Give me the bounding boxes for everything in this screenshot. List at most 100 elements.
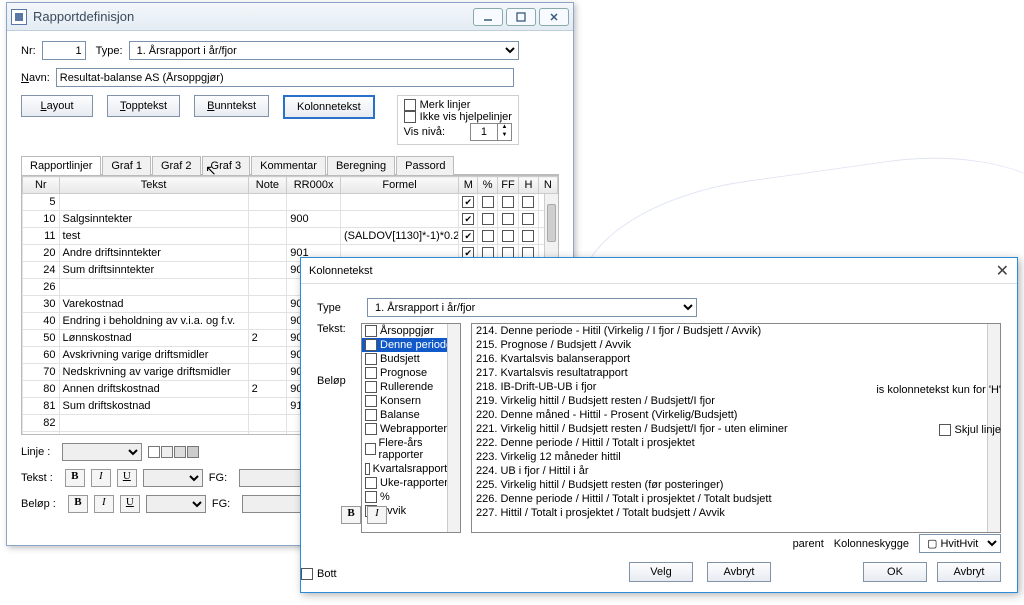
italic-button[interactable]: I xyxy=(91,469,111,487)
dlg-italic[interactable]: I xyxy=(367,506,387,524)
list-item[interactable]: Balanse xyxy=(362,408,460,422)
list-item[interactable]: 217. Kvartalsvis resultatrapport xyxy=(472,366,1000,380)
cell-h-checkbox[interactable] xyxy=(522,196,534,208)
table-row[interactable]: 10Salgsinntekter9001 xyxy=(23,211,558,228)
list-item[interactable]: Prognose xyxy=(362,366,460,380)
list-item[interactable]: Webrapporter xyxy=(362,422,460,436)
underline-button-3[interactable]: U xyxy=(120,495,140,513)
merk-linjer-checkbox[interactable] xyxy=(404,99,416,111)
cell-h-checkbox[interactable] xyxy=(522,230,534,242)
col-%[interactable]: % xyxy=(478,177,497,194)
underline-button[interactable]: U xyxy=(117,469,137,487)
tab-graf3[interactable]: Graf 3 xyxy=(202,156,251,175)
dialog-close-icon[interactable]: ✕ xyxy=(996,261,1009,281)
linje-select[interactable] xyxy=(62,443,142,461)
dlg-bold[interactable]: B xyxy=(341,506,361,524)
layout-button[interactable]: Layout xyxy=(21,95,93,117)
maximize-button[interactable] xyxy=(506,8,536,26)
list-item[interactable]: Rullerende xyxy=(362,380,460,394)
list-checkbox[interactable] xyxy=(365,491,377,503)
table-row[interactable]: 51 xyxy=(23,194,558,211)
list-item[interactable]: Uke-rapporter xyxy=(362,476,460,490)
list-item[interactable]: 220. Denne måned - Hittil - Prosent (Vir… xyxy=(472,408,1000,422)
list-item[interactable]: 221. Virkelig hittil / Budsjett resten /… xyxy=(472,422,1000,436)
list-checkbox[interactable] xyxy=(365,395,377,407)
col-n[interactable]: N xyxy=(538,177,557,194)
belop-size[interactable] xyxy=(146,495,206,513)
list-item[interactable]: Konsern xyxy=(362,394,460,408)
cell-m-checkbox[interactable] xyxy=(462,213,474,225)
linje-palette[interactable] xyxy=(148,446,199,458)
nr-input[interactable] xyxy=(42,41,86,60)
close-button[interactable] xyxy=(539,8,569,26)
list-item[interactable]: Kvartalsrapporter xyxy=(362,462,460,476)
list-item[interactable]: 226. Denne periode / Hittil / Totalt i p… xyxy=(472,492,1000,506)
col-tekst[interactable]: Tekst xyxy=(59,177,248,194)
tab-rapportlinjer[interactable]: Rapportlinjer xyxy=(21,156,101,175)
kolonnetekst-button[interactable]: Kolonnetekst xyxy=(283,95,375,119)
italic-button-3[interactable]: I xyxy=(94,495,114,513)
cell-ff-checkbox[interactable] xyxy=(502,213,514,225)
list-checkbox[interactable] xyxy=(365,443,376,455)
cell-m-checkbox[interactable] xyxy=(462,230,474,242)
list-checkbox[interactable] xyxy=(365,325,377,337)
table-row[interactable]: 11test(SALDOV[1130]*-1)*0.21 xyxy=(23,228,558,245)
tab-passord[interactable]: Passord xyxy=(396,156,454,175)
list-item[interactable]: 224. UB i fjor / Hittil i år xyxy=(472,464,1000,478)
minimize-button[interactable] xyxy=(473,8,503,26)
list-item[interactable]: 214. Denne periode - Hitil (Virkelig / I… xyxy=(472,324,1000,338)
col-ff[interactable]: FF xyxy=(497,177,518,194)
skjul-checkbox[interactable] xyxy=(939,424,951,436)
tab-kommentar[interactable]: Kommentar xyxy=(251,156,326,175)
col-rr000x[interactable]: RR000x xyxy=(287,177,341,194)
ikke-vis-checkbox[interactable] xyxy=(404,111,416,123)
col-nr[interactable]: Nr xyxy=(23,177,60,194)
list-item[interactable]: 227. Hittil / Totalt i prosjektet / Tota… xyxy=(472,506,1000,520)
cell-p-checkbox[interactable] xyxy=(482,213,494,225)
list-item[interactable]: Budsjett xyxy=(362,352,460,366)
list-item[interactable]: 225. Virkelig hittil / Budsjett resten (… xyxy=(472,478,1000,492)
tab-graf1[interactable]: Graf 1 xyxy=(102,156,151,175)
navn-input[interactable] xyxy=(56,68,514,87)
list-checkbox[interactable] xyxy=(365,477,377,489)
bott-checkbox[interactable] xyxy=(301,568,313,580)
category-listbox[interactable]: ÅrsoppgjørDenne periodeBudsjettPrognoseR… xyxy=(361,323,461,533)
list-checkbox[interactable] xyxy=(365,423,377,435)
cell-m-checkbox[interactable] xyxy=(462,196,474,208)
list-item[interactable]: % xyxy=(362,490,460,504)
list-checkbox[interactable] xyxy=(365,367,377,379)
list-item[interactable]: 219. Virkelig hittil / Budsjett resten /… xyxy=(472,394,1000,408)
col-h[interactable]: H xyxy=(519,177,538,194)
list-checkbox[interactable] xyxy=(365,339,377,351)
list-item[interactable]: 215. Prognose / Budsjett / Avvik xyxy=(472,338,1000,352)
list-item[interactable]: Denne periode xyxy=(362,338,460,352)
bold-button[interactable]: B xyxy=(65,469,85,487)
col-m[interactable]: M xyxy=(459,177,478,194)
avbryt-button-mid[interactable]: Avbryt xyxy=(707,562,771,582)
col-formel[interactable]: Formel xyxy=(340,177,458,194)
tekst-size[interactable] xyxy=(143,469,203,487)
list-item[interactable]: Flere-års rapporter xyxy=(362,436,460,462)
tab-beregning[interactable]: Beregning xyxy=(327,156,395,175)
cell-p-checkbox[interactable] xyxy=(482,196,494,208)
ok-button[interactable]: OK xyxy=(863,562,927,582)
list-checkbox[interactable] xyxy=(365,381,377,393)
list-checkbox[interactable] xyxy=(365,353,377,365)
list-checkbox[interactable] xyxy=(365,463,370,475)
type-select[interactable]: 1. Årsrapport i år/fjor xyxy=(129,41,519,60)
list-item[interactable]: 222. Denne periode / Hittil / Totalt i p… xyxy=(472,436,1000,450)
dlg-type-select[interactable]: 1. Årsrapport i år/fjor xyxy=(367,298,697,317)
avbryt-button[interactable]: Avbryt xyxy=(937,562,1001,582)
cell-ff-checkbox[interactable] xyxy=(502,230,514,242)
topptekst-button[interactable]: Topptekst xyxy=(107,95,180,117)
list-item[interactable]: 223. Virkelig 12 måneder hittil xyxy=(472,450,1000,464)
cell-ff-checkbox[interactable] xyxy=(502,196,514,208)
bunntekst-button[interactable]: Bunntekst xyxy=(194,95,269,117)
vis-niva-spinner[interactable]: ▲▼ xyxy=(470,123,512,141)
velg-button[interactable]: Velg xyxy=(629,562,693,582)
bold-button-3[interactable]: B xyxy=(68,495,88,513)
cell-h-checkbox[interactable] xyxy=(522,213,534,225)
tab-graf2[interactable]: Graf 2 xyxy=(152,156,201,175)
report-listbox[interactable]: 214. Denne periode - Hitil (Virkelig / I… xyxy=(471,323,1001,533)
list-item[interactable]: 216. Kvartalsvis balanserapport xyxy=(472,352,1000,366)
